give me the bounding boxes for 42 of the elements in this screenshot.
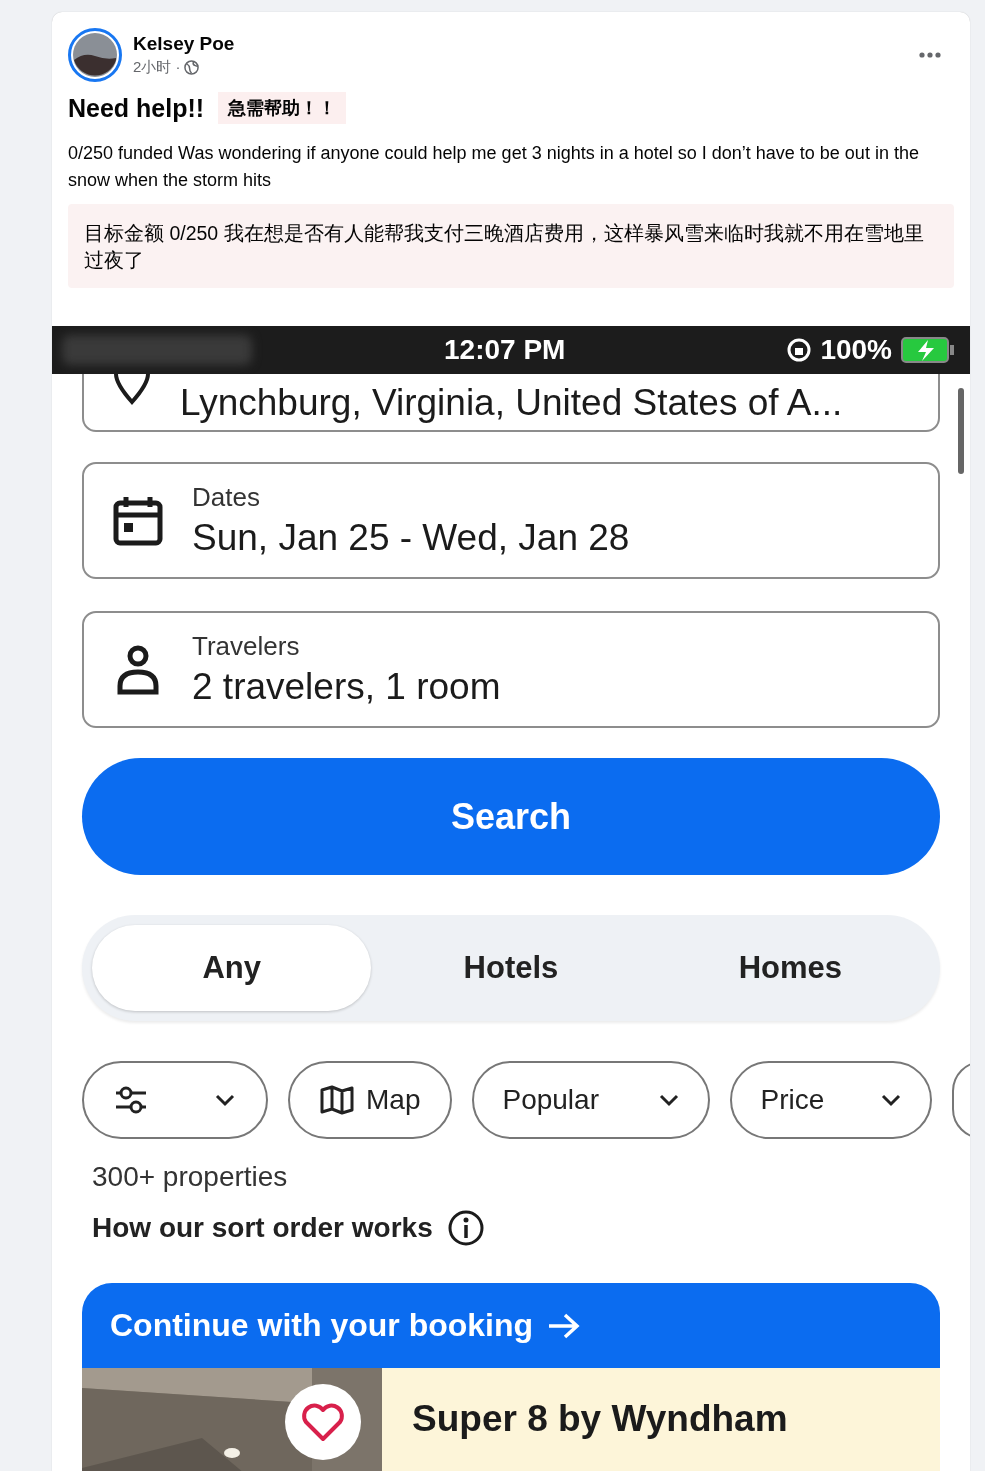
sort-dropdown[interactable]: Price <box>730 1061 933 1139</box>
map-button[interactable]: Map <box>288 1061 453 1139</box>
status-time: 12:07 PM <box>444 334 566 366</box>
sliders-icon <box>114 1085 148 1115</box>
post-title: Need help!! <box>68 93 205 123</box>
chevron-down-icon <box>658 1093 681 1107</box>
booking-title: Continue with your booking <box>110 1307 534 1344</box>
sort-info-link[interactable]: How our sort order works <box>92 1212 433 1244</box>
globe-icon <box>183 60 199 75</box>
property-type-tab[interactable]: Hotels <box>371 925 651 1011</box>
author-name[interactable]: Kelsey Poe <box>133 33 907 55</box>
hotel-name: Super 8 by Wyndham <box>411 1397 788 1441</box>
heart-icon <box>301 1402 345 1442</box>
field-value: Sun, Jan 25 - Wed, Jan 28 <box>192 517 630 559</box>
chevron-down-icon <box>880 1093 903 1107</box>
field-value: 2 travelers, 1 room <box>192 666 501 708</box>
info-icon[interactable] <box>446 1209 485 1247</box>
sort-dropdown[interactable]: Popular <box>472 1061 711 1139</box>
rotation-lock-icon <box>786 337 813 363</box>
post-text: 0/250 funded Was wondering if anyone could help me get 3 nights in a hotel so I don’t have to be out in the snow when the storm hits <box>68 142 920 192</box>
chevron-down-icon <box>214 1093 236 1107</box>
booking-banner[interactable]: Continue with your booking <box>82 1283 940 1368</box>
dates-field[interactable]: Dates Sun, Jan 25 - Wed, Jan 28 <box>82 462 940 579</box>
more-icon[interactable] <box>918 51 942 59</box>
scrollbar[interactable] <box>958 388 964 474</box>
translation-text: 目标金额 0/250 我在想是否有人能帮我支付三晚酒店费用，这样暴风雪来临时我就不用在雪地里过夜了 <box>68 204 954 288</box>
map-icon <box>320 1085 354 1115</box>
arrow-right-icon <box>547 1311 582 1340</box>
property-type-tab[interactable]: Any <box>92 925 372 1011</box>
post-time[interactable]: 2小时 · <box>133 58 181 77</box>
title-translation: 急需帮助！！ <box>218 92 347 124</box>
travelers-field[interactable]: Travelers 2 travelers, 1 room <box>82 611 940 728</box>
field-label: Travelers <box>192 631 301 662</box>
calendar-icon <box>112 494 164 547</box>
search-button[interactable]: Search <box>82 758 940 875</box>
field-label: Dates <box>192 482 261 513</box>
battery-charging-icon <box>900 336 956 364</box>
property-type-tab[interactable]: Homes <box>650 925 930 1011</box>
battery-percent: 100% <box>820 334 892 366</box>
location-field[interactable]: Lynchburg, Virginia, United States of A... <box>82 374 940 432</box>
avatar[interactable] <box>68 28 122 82</box>
results-count: 300+ properties <box>91 1161 289 1193</box>
